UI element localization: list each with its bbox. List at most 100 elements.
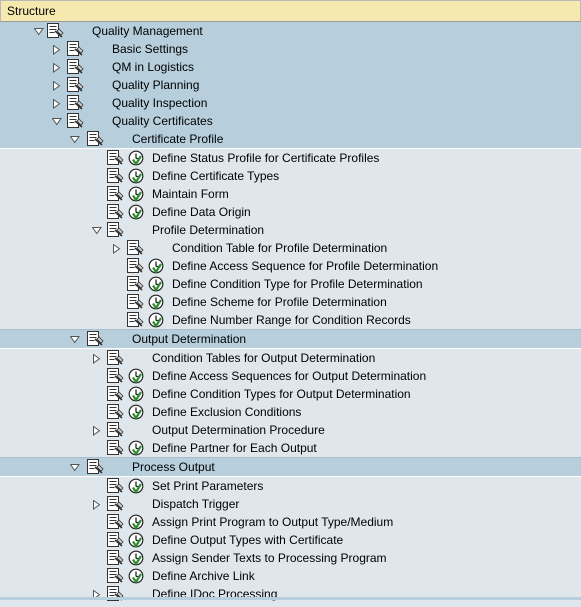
triangle-down-icon[interactable] — [90, 221, 104, 239]
tree-node-define-condition-type-for-profile-determination[interactable]: Define Condition Type for Profile Determ… — [0, 275, 581, 293]
clock-execute-icon[interactable] — [128, 186, 144, 203]
triangle-right-icon[interactable] — [90, 585, 104, 603]
clock-execute-icon[interactable] — [128, 404, 144, 421]
document-node-icon[interactable] — [106, 404, 124, 420]
tree-node-label: Quality Management — [92, 24, 203, 38]
clock-execute-icon[interactable] — [128, 168, 144, 185]
tree-node-define-condition-types-for-output-determination[interactable]: Define Condition Types for Output Determ… — [0, 385, 581, 403]
document-node-icon[interactable] — [66, 59, 84, 75]
clock-execute-icon[interactable] — [128, 368, 144, 385]
document-node-icon[interactable] — [106, 368, 124, 384]
tree-node-define-certificate-types[interactable]: Define Certificate Types — [0, 167, 581, 185]
tree-node-set-print-parameters[interactable]: Set Print Parameters — [0, 476, 581, 495]
tree-node-assign-sender-texts-to-processing-program[interactable]: Assign Sender Texts to Processing Progra… — [0, 549, 581, 567]
tree-node-quality-management[interactable]: Quality Management — [0, 22, 581, 40]
tree-node-label: Define Access Sequences for Output Deter… — [152, 369, 427, 383]
tree-node-condition-tables-for-output-determination[interactable]: Condition Tables for Output Determinatio… — [0, 348, 581, 367]
clock-execute-icon[interactable] — [128, 440, 144, 457]
document-node-icon[interactable] — [106, 186, 124, 202]
clock-execute-icon[interactable] — [148, 312, 164, 329]
clock-execute-icon[interactable] — [128, 514, 144, 531]
document-node-icon[interactable] — [106, 514, 124, 530]
triangle-down-icon[interactable] — [32, 22, 46, 40]
structure-header: Structure — [0, 0, 581, 22]
tree-node-quality-inspection[interactable]: Quality Inspection — [0, 94, 581, 112]
tree-node-condition-table-for-profile-determination[interactable]: Condition Table for Profile Determinatio… — [0, 239, 581, 257]
document-node-icon[interactable] — [106, 222, 124, 238]
document-node-icon[interactable] — [106, 350, 124, 366]
tree-node-basic-settings[interactable]: Basic Settings — [0, 40, 581, 58]
document-node-icon[interactable] — [106, 496, 124, 512]
tree-node-define-idoc-processing[interactable]: Define IDoc Processing — [0, 585, 581, 603]
document-node-icon[interactable] — [126, 312, 144, 328]
structure-title: Structure — [7, 4, 56, 18]
tree-node-maintain-form[interactable]: Maintain Form — [0, 185, 581, 203]
document-node-icon[interactable] — [106, 440, 124, 456]
triangle-down-icon[interactable] — [50, 112, 64, 130]
tree-node-define-partner-for-each-output[interactable]: Define Partner for Each Output — [0, 439, 581, 457]
tree-node-certificate-profile[interactable]: Certificate Profile — [0, 130, 581, 148]
triangle-right-icon[interactable] — [50, 40, 64, 58]
tree-node-quality-planning[interactable]: Quality Planning — [0, 76, 581, 94]
document-node-icon[interactable] — [126, 240, 144, 256]
clock-execute-icon[interactable] — [128, 386, 144, 403]
document-node-icon[interactable] — [106, 568, 124, 584]
document-node-icon[interactable] — [106, 150, 124, 166]
document-node-icon[interactable] — [66, 77, 84, 93]
tree-node-label: Condition Table for Profile Determinatio… — [172, 241, 388, 255]
clock-execute-icon[interactable] — [148, 258, 164, 275]
triangle-down-icon[interactable] — [68, 458, 82, 476]
triangle-right-icon[interactable] — [50, 58, 64, 76]
clock-execute-icon[interactable] — [128, 478, 144, 495]
document-node-icon[interactable] — [86, 131, 104, 147]
tree-node-qm-in-logistics[interactable]: QM in Logistics — [0, 58, 581, 76]
tree-node-define-access-sequences-for-output-determination[interactable]: Define Access Sequences for Output Deter… — [0, 367, 581, 385]
triangle-right-icon[interactable] — [90, 495, 104, 513]
triangle-right-icon[interactable] — [90, 349, 104, 367]
clock-execute-icon[interactable] — [148, 294, 164, 311]
clock-execute-icon[interactable] — [128, 204, 144, 221]
tree-node-define-archive-link[interactable]: Define Archive Link — [0, 567, 581, 585]
tree-node-process-output[interactable]: Process Output — [0, 457, 581, 476]
clock-execute-icon[interactable] — [128, 568, 144, 585]
tree-node-dispatch-trigger[interactable]: Dispatch Trigger — [0, 495, 581, 513]
document-node-icon[interactable] — [66, 41, 84, 57]
document-node-icon[interactable] — [106, 422, 124, 438]
triangle-right-icon[interactable] — [110, 239, 124, 257]
document-node-icon[interactable] — [106, 204, 124, 220]
triangle-down-icon[interactable] — [68, 330, 82, 348]
triangle-right-icon[interactable] — [50, 94, 64, 112]
triangle-down-icon[interactable] — [68, 130, 82, 148]
document-node-icon[interactable] — [126, 276, 144, 292]
document-node-icon[interactable] — [106, 478, 124, 494]
document-node-icon[interactable] — [126, 294, 144, 310]
document-node-icon[interactable] — [106, 550, 124, 566]
document-node-icon[interactable] — [86, 331, 104, 347]
tree-node-define-number-range-for-condition-records[interactable]: Define Number Range for Condition Record… — [0, 311, 581, 329]
clock-execute-icon[interactable] — [128, 150, 144, 167]
clock-execute-icon[interactable] — [128, 532, 144, 549]
clock-execute-icon[interactable] — [148, 276, 164, 293]
triangle-right-icon[interactable] — [90, 421, 104, 439]
tree-node-output-determination-procedure[interactable]: Output Determination Procedure — [0, 421, 581, 439]
tree-node-define-data-origin[interactable]: Define Data Origin — [0, 203, 581, 221]
document-node-icon[interactable] — [86, 459, 104, 475]
tree-node-define-status-profile-for-certificate-profiles[interactable]: Define Status Profile for Certificate Pr… — [0, 148, 581, 167]
document-node-icon[interactable] — [126, 258, 144, 274]
document-node-icon[interactable] — [106, 386, 124, 402]
tree-node-output-determination[interactable]: Output Determination — [0, 329, 581, 348]
tree-node-quality-certificates[interactable]: Quality Certificates — [0, 112, 581, 130]
document-node-icon[interactable] — [106, 532, 124, 548]
triangle-right-icon[interactable] — [50, 76, 64, 94]
document-node-icon[interactable] — [66, 95, 84, 111]
clock-execute-icon[interactable] — [128, 550, 144, 567]
document-node-icon[interactable] — [46, 23, 64, 39]
document-node-icon[interactable] — [106, 168, 124, 184]
tree-node-profile-determination[interactable]: Profile Determination — [0, 221, 581, 239]
document-node-icon[interactable] — [66, 113, 84, 129]
tree-node-define-exclusion-conditions[interactable]: Define Exclusion Conditions — [0, 403, 581, 421]
tree-node-define-scheme-for-profile-determination[interactable]: Define Scheme for Profile Determination — [0, 293, 581, 311]
tree-node-define-access-sequence-for-profile-determination[interactable]: Define Access Sequence for Profile Deter… — [0, 257, 581, 275]
tree-node-define-output-types-with-certificate[interactable]: Define Output Types with Certificate — [0, 531, 581, 549]
tree-node-assign-print-program-to-output-type-medium[interactable]: Assign Print Program to Output Type/Medi… — [0, 513, 581, 531]
